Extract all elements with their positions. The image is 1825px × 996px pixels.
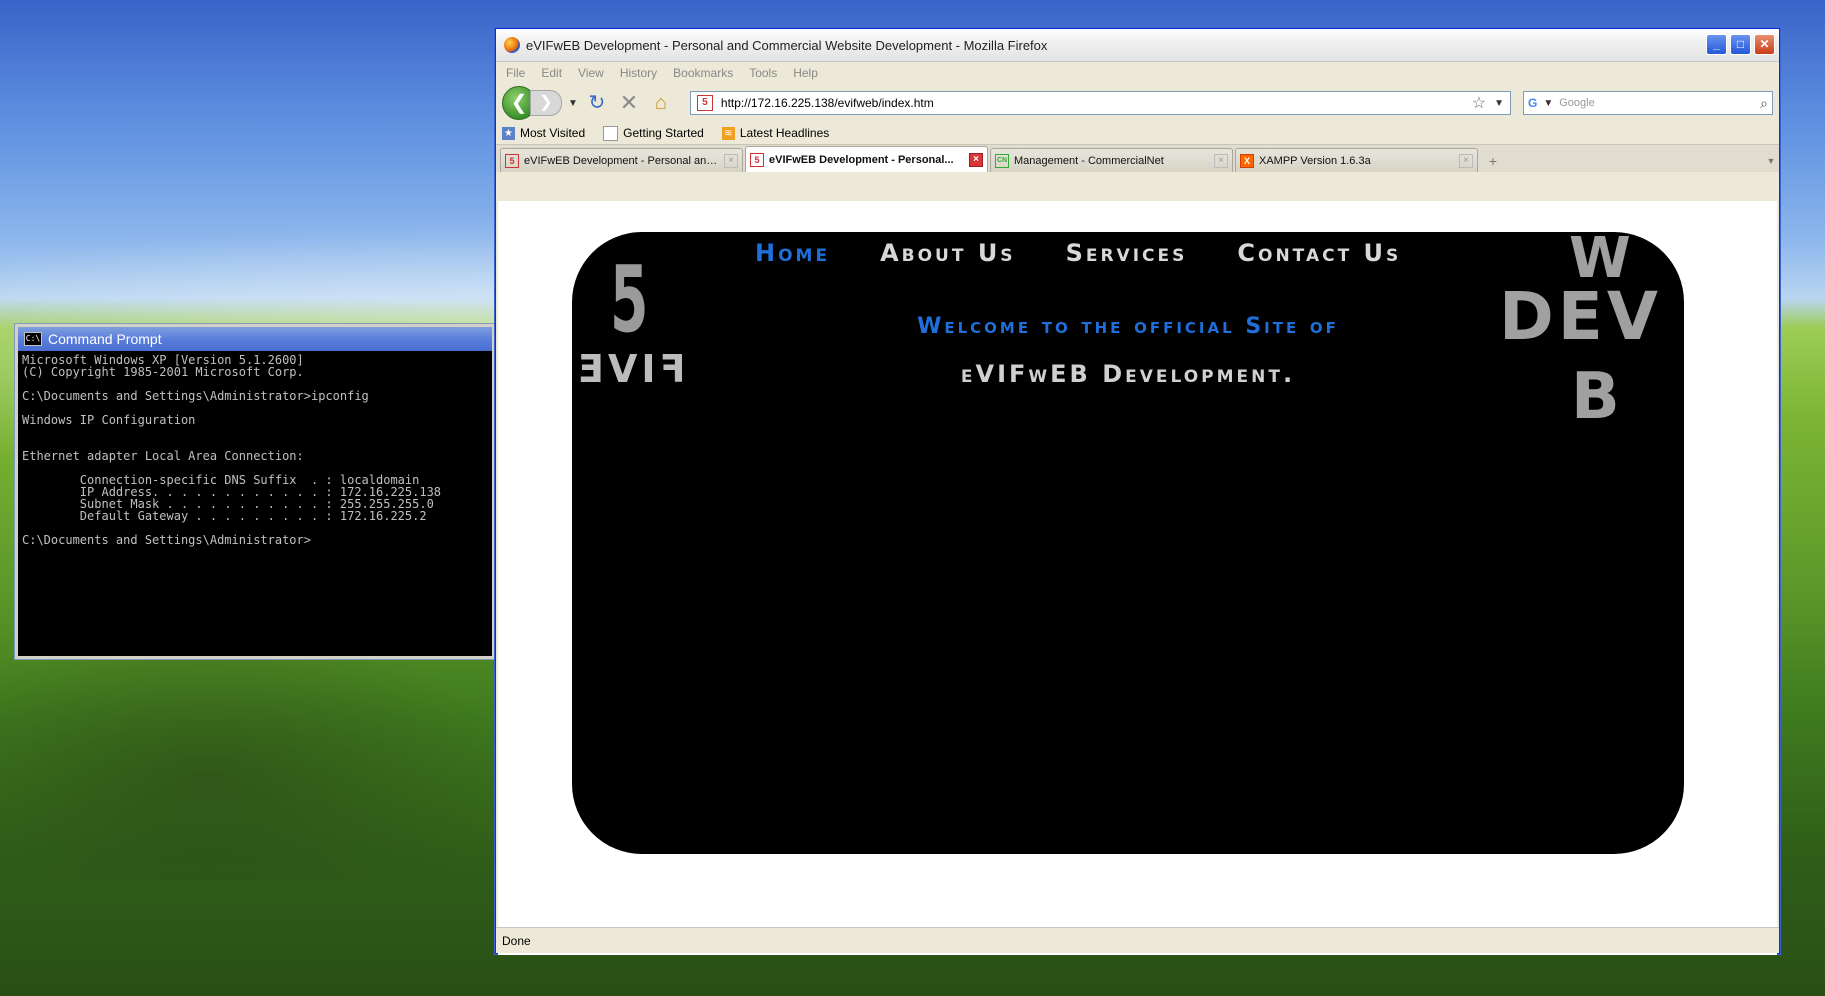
tab-close-icon[interactable]: × [1459, 153, 1473, 168]
firefox-titlebar[interactable]: eVIFwEB Development - Personal and Comme… [496, 29, 1779, 62]
address-bar[interactable]: 5 http://172.16.225.138/evifweb/index.ht… [689, 91, 1511, 115]
bookmark-latest-headlines[interactable]: ≋ Latest Headlines [721, 126, 830, 140]
site-nav: Home About Us Services Contact Us [755, 239, 1401, 267]
firefox-window[interactable]: eVIFwEB Development - Personal and Comme… [495, 28, 1780, 955]
tab-list-dropdown-icon[interactable]: ▼ [1763, 150, 1779, 172]
maximize-button[interactable]: □ [1730, 34, 1751, 55]
tab-close-icon[interactable]: × [724, 153, 738, 168]
menu-file[interactable]: File [506, 66, 525, 80]
site-black-panel: 5 FIVE Home About Us Services Contact Us… [572, 226, 1684, 854]
url-text[interactable]: http://172.16.225.138/evifweb/index.htm [721, 96, 1464, 110]
search-placeholder[interactable]: Google [1559, 97, 1754, 109]
forward-button[interactable]: ❯ [530, 90, 562, 116]
tab-title: eVIFwEB Development - Personal and ... [524, 154, 719, 167]
tab-favicon-icon: 5 [505, 153, 519, 168]
tab-favicon-icon: CN [995, 153, 1009, 168]
close-button[interactable]: ✕ [1754, 34, 1775, 55]
menu-edit[interactable]: Edit [541, 66, 562, 80]
logo-dev: DEV [1499, 278, 1662, 355]
tab-evifweb-2[interactable]: 5 eVIFwEB Development - Personal... × [745, 146, 988, 172]
status-text: Done [502, 934, 531, 948]
tab-close-icon[interactable]: × [969, 152, 983, 167]
tab-favicon-icon: 5 [750, 152, 764, 167]
nav-contact-us[interactable]: Contact Us [1237, 239, 1401, 267]
search-magnifier-icon[interactable]: ⌕ [1760, 95, 1768, 112]
bookmarks-toolbar: ★ Most Visited Getting Started ≋ Latest … [496, 122, 1779, 144]
page-icon [603, 125, 619, 141]
tab-xampp[interactable]: X XAMPP Version 1.6.3a × [1235, 148, 1478, 172]
home-icon[interactable]: ⌂ [648, 90, 674, 116]
firefox-title: eVIFwEB Development - Personal and Comme… [526, 37, 1048, 53]
cmd-console-output[interactable]: Microsoft Windows XP [Version 5.1.2600] … [18, 351, 492, 656]
logo-web-graphic: W DEV B [1499, 226, 1699, 436]
command-prompt-window[interactable]: C:\ Command Prompt Microsoft Windows XP … [15, 324, 495, 659]
nav-home[interactable]: Home [755, 239, 830, 267]
minimize-button[interactable]: _ [1706, 34, 1727, 55]
menu-tools[interactable]: Tools [749, 66, 777, 80]
cmd-titlebar[interactable]: C:\ Command Prompt [18, 327, 492, 351]
page-viewport[interactable]: 5 FIVE Home About Us Services Contact Us… [498, 201, 1777, 955]
reload-icon[interactable]: ↻ [584, 90, 610, 116]
window-controls: _ □ ✕ [1706, 34, 1775, 55]
tab-title: XAMPP Version 1.6.3a [1259, 154, 1371, 167]
nav-about-us[interactable]: About Us [880, 239, 1015, 267]
tab-title: eVIFwEB Development - Personal... [769, 153, 954, 166]
bookmark-most-visited[interactable]: ★ Most Visited [502, 126, 585, 140]
tab-favicon-icon: X [1240, 153, 1254, 168]
navigation-toolbar: ❮ ❯ ▼ ↻ ✕ ⌂ 5 http://172.16.225.138/evif… [496, 84, 1779, 122]
forward-arrow-icon: ❯ [539, 94, 553, 111]
tab-title: Management - CommercialNet [1014, 154, 1164, 167]
firefox-logo-icon [504, 37, 520, 53]
menu-bookmarks[interactable]: Bookmarks [673, 66, 733, 80]
rss-icon: ≋ [721, 126, 735, 140]
logo-b: B [1571, 360, 1620, 434]
nav-services[interactable]: Services [1066, 239, 1188, 267]
back-arrow-icon: ❮ [510, 92, 528, 114]
tab-commercialnet[interactable]: CN Management - CommercialNet × [990, 148, 1233, 172]
tab-evifweb-1[interactable]: 5 eVIFwEB Development - Personal and ...… [500, 148, 743, 172]
bookmark-label: Getting Started [623, 126, 704, 140]
hill-shadow [0, 620, 520, 880]
tab-strip: 5 eVIFwEB Development - Personal and ...… [496, 144, 1779, 172]
url-dropdown-icon[interactable]: ▼ [1494, 98, 1504, 109]
search-engine-dropdown-icon[interactable]: ▼ [1543, 98, 1553, 109]
menu-bar: File Edit View History Bookmarks Tools H… [496, 62, 1779, 84]
stop-icon[interactable]: ✕ [616, 90, 642, 116]
status-bar: Done [496, 927, 1779, 953]
search-engine-icon[interactable]: G [1528, 96, 1537, 110]
bookmark-star-icon[interactable]: ☆ [1472, 93, 1486, 113]
menu-history[interactable]: History [620, 66, 657, 80]
bookmark-label: Latest Headlines [739, 126, 830, 140]
site-favicon-icon: 5 [696, 95, 713, 111]
search-box[interactable]: G ▼ Google ⌕ [1523, 91, 1773, 115]
cmd-title: Command Prompt [48, 331, 162, 347]
cmd-icon: C:\ [24, 332, 42, 346]
new-tab-icon[interactable]: + [1480, 150, 1506, 172]
menu-help[interactable]: Help [793, 66, 818, 80]
bookmark-getting-started[interactable]: Getting Started [603, 125, 704, 141]
history-dropdown-icon[interactable]: ▼ [568, 98, 578, 109]
star-folder-icon: ★ [502, 126, 515, 140]
bookmark-label: Most Visited [520, 126, 586, 140]
menu-view[interactable]: View [578, 66, 604, 80]
tab-close-icon[interactable]: × [1214, 153, 1228, 168]
